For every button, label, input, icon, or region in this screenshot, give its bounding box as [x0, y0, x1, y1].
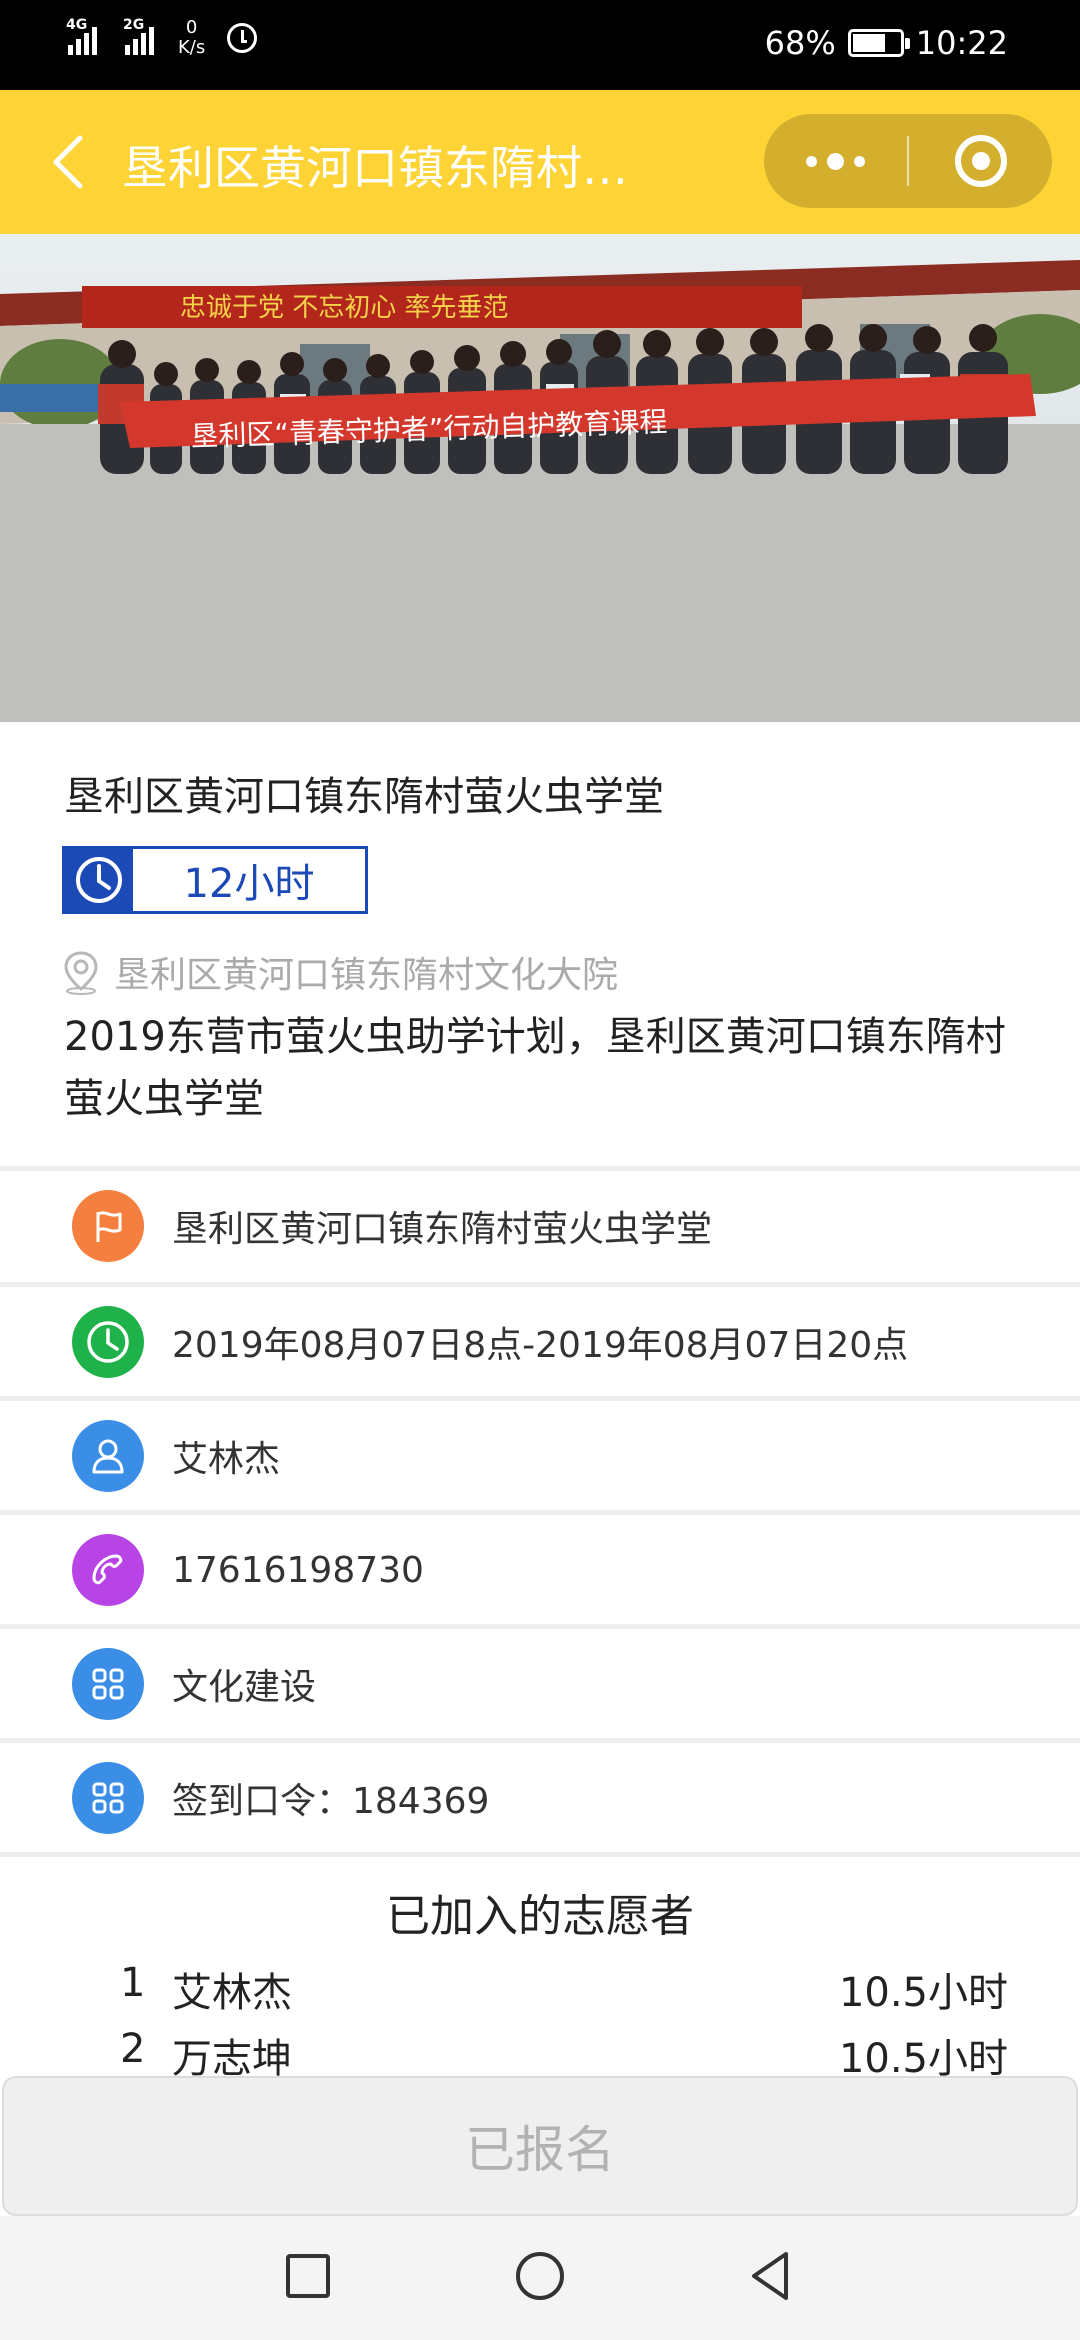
target-icon [954, 135, 1007, 187]
wall-slogan: 忠诚于党 不忘初心 率先垂范 [180, 293, 509, 323]
phone-icon [72, 1534, 144, 1606]
category-text: 文化建设 [172, 1667, 317, 1708]
volunteer-hours: 10.5小时 [838, 1970, 1008, 2016]
net-speed-unit: K/s [178, 37, 206, 58]
activity-description: 2019东营市萤火虫助学计划，垦利区黄河口镇东隋村萤火虫学堂 [64, 1014, 1006, 1122]
hours-badge: 12小时 [62, 846, 368, 914]
more-button[interactable] [764, 114, 907, 208]
contact-name-text: 艾林杰 [172, 1439, 281, 1480]
detail-row-time: 2019年08月07日8点-2019年08月07日20点 [0, 1288, 1080, 1396]
grid-icon [72, 1762, 144, 1834]
clock-icon [72, 1306, 144, 1378]
list-item: 1 艾林杰 10.5小时 [0, 1960, 1080, 2020]
checkin-code-text: 签到口令：184369 [172, 1781, 490, 1822]
location-row: 垦利区黄河口镇东隋村文化大院 [62, 946, 618, 998]
battery-icon [847, 29, 910, 57]
detail-row-contact: 艾林杰 [0, 1402, 1080, 1510]
location-text: 垦利区黄河口镇东隋村文化大院 [114, 955, 619, 996]
net-speed-value: 0 [185, 17, 198, 38]
close-miniprogram-button[interactable] [909, 114, 1052, 208]
time-range-text: 2019年08月07日8点-2019年08月07日20点 [172, 1325, 909, 1366]
home-icon[interactable] [510, 2246, 570, 2306]
signal-4g-icon: 4G [66, 17, 97, 55]
volunteer-name: 艾林杰 [172, 1970, 292, 2016]
battery-percent: 68% [764, 24, 836, 62]
back-triangle-icon[interactable] [742, 2246, 802, 2306]
signed-up-button[interactable]: 已报名 [2, 2076, 1078, 2216]
signal-2g-icon: 2G [123, 17, 154, 55]
more-dot-icon [854, 155, 865, 167]
detail-row-phone[interactable]: 17616198730 [0, 1516, 1080, 1624]
recent-apps-icon[interactable] [278, 2246, 338, 2306]
detail-row-organizer: 垦利区黄河口镇东隋村萤火虫学堂 [0, 1172, 1080, 1280]
flag-icon [72, 1190, 144, 1262]
clock-icon [65, 849, 133, 911]
phone-number-text[interactable]: 17616198730 [172, 1550, 424, 1591]
app-header: 垦利区黄河口镇东隋村… [0, 90, 1080, 234]
net-speed: 0 K/s [178, 18, 205, 58]
signal-4g-label: 4G [66, 17, 88, 33]
alarm-icon [227, 23, 258, 53]
location-pin-icon [64, 951, 98, 995]
clock-time: 10:22 [915, 24, 1008, 62]
volunteers-heading: 已加入的志愿者 [386, 1891, 694, 1942]
grid-icon [72, 1648, 144, 1720]
status-bar: 4G 2G 0 K/s 68% 10:22 [0, 0, 1080, 90]
volunteer-index: 1 [120, 1960, 146, 2006]
activity-photo: 忠诚于党 不忘初心 率先垂范 垦利区“青春守护者”行动自护教育课程 [0, 234, 1080, 722]
miniprogram-capsule [764, 114, 1052, 208]
more-dot-icon [827, 152, 844, 170]
more-dot-icon [806, 155, 817, 167]
person-icon [72, 1420, 144, 1492]
organizer-text: 垦利区黄河口镇东隋村萤火虫学堂 [172, 1209, 713, 1250]
page-title: 垦利区黄河口镇东隋村… [122, 141, 628, 195]
back-arrow-icon[interactable] [46, 134, 96, 190]
detail-row-checkin-code: 签到口令：184369 [0, 1744, 1080, 1852]
hours-value: 12小时 [183, 861, 315, 907]
signal-2g-label: 2G [123, 17, 145, 33]
detail-row-category: 文化建设 [0, 1630, 1080, 1738]
activity-title: 垦利区黄河口镇东隋村萤火虫学堂 [64, 774, 664, 820]
volunteer-index: 2 [120, 2026, 146, 2072]
system-nav-bar [0, 2216, 1080, 2340]
